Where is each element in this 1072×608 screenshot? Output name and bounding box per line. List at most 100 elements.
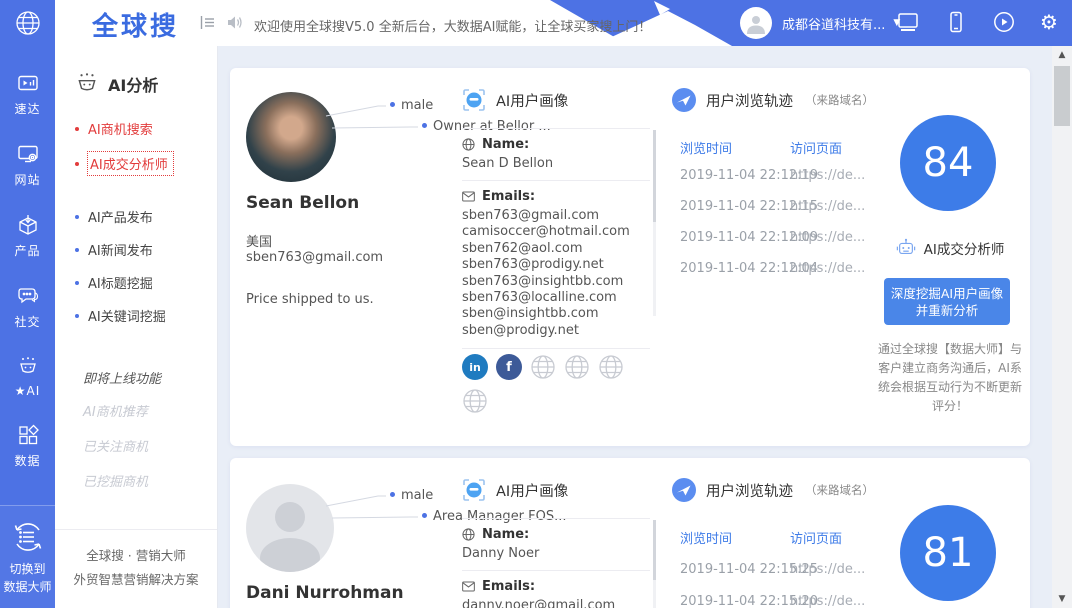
desktop-icon[interactable] (896, 10, 920, 34)
sidebar-collapse-icon[interactable] (200, 15, 215, 30)
submenu-title: AI分析 (55, 46, 217, 100)
panel-scrollbar[interactable] (653, 520, 656, 608)
deep-mine-button[interactable]: 深度挖掘AI用户画像并重新分析 (884, 278, 1010, 325)
panel-scrollbar[interactable] (653, 130, 656, 316)
menu-item-followed-disabled: 已关注商机 (83, 428, 217, 463)
lead-note: Price shipped to us. (246, 292, 374, 307)
score-badge: 81 (900, 505, 996, 601)
mobile-icon[interactable] (944, 10, 968, 34)
score-tip-text: 通过全球搜【数据大师】与客户建立商务沟通后，AI系统会根据互动行为不断更新评分！ (874, 340, 1026, 416)
play-video-icon[interactable] (992, 10, 1016, 34)
email-icon (462, 581, 475, 592)
ai-portrait-panel: Name: Sean D Bellon Emails: sben763@gmai… (462, 128, 650, 349)
scroll-down-arrow[interactable]: ▼ (1052, 594, 1072, 604)
ai-robot-outline-icon (75, 72, 99, 96)
ai-analysis-sidebar: AI分析 AI商机搜索 AI成交分析师 AI产品发布 AI新闻发布 AI标题挖掘… (55, 46, 218, 608)
lead-name: Sean Bellon (246, 193, 359, 213)
sidebar-footer: 全球搜 · 营销大师 外贸智慧营销解决方案 (55, 529, 217, 608)
facebook-icon[interactable]: f (496, 354, 522, 380)
sidebar-item-suda[interactable]: 速达 (0, 72, 55, 117)
app-logo[interactable]: 全球搜 (92, 6, 179, 43)
announcement-text: 欢迎使用全球搜V5.0 全新后台，大数据AI赋能，让全球买家搜上门！ (254, 16, 651, 35)
history-page[interactable]: https://de... (790, 199, 865, 214)
scroll-up-arrow[interactable]: ▲ (1052, 50, 1072, 60)
lead-country: 美国 (246, 231, 272, 250)
history-subtitle: （来路域名） (805, 482, 874, 498)
ai-portrait-section: AI用户画像 (462, 478, 568, 502)
robot-icon (896, 238, 916, 258)
product-box-icon (17, 214, 39, 236)
portrait-name: Danny Noer (462, 546, 650, 561)
email-list: sben763@gmail.com camisoccer@hotmail.com… (462, 208, 650, 339)
switch-icon (11, 520, 45, 554)
gender-tag: male (390, 98, 433, 113)
sidebar-item-social[interactable]: 社交 (0, 285, 55, 330)
menu-item-ai-recommend-disabled: AI商机推荐 (83, 393, 217, 428)
icon-sidebar: 速达 网站 产品 社交 ★AI 数据 切换到 数据大师 (0, 0, 55, 608)
route-plane-icon (672, 88, 696, 112)
ai-robot-icon (17, 356, 39, 378)
topbar: 全球搜 欢迎使用全球搜V5.0 全新后台，大数据AI赋能，让全球买家搜上门！ 成… (0, 0, 1072, 46)
column-visited-page: 访问页面 (790, 138, 842, 157)
email-icon (462, 191, 475, 202)
avatar (740, 7, 772, 39)
gender-tag: male (390, 488, 433, 503)
sidebar-item-data[interactable]: 数据 (0, 424, 55, 469)
brand-line: 全球搜 · 营销大师 (55, 544, 217, 568)
lead-card: male Owner at Bellor ... Sean Bellon 美国 … (230, 68, 1030, 446)
announcement-speaker-icon (227, 15, 244, 30)
switch-to-data-master[interactable]: 切换到 数据大师 (0, 505, 55, 608)
menu-item-ai-product-publish[interactable]: AI产品发布 (75, 200, 217, 233)
history-page[interactable]: https://de... (790, 594, 865, 608)
menu-item-ai-business-search[interactable]: AI商机搜索 (75, 112, 217, 145)
ai-portrait-section: AI用户画像 (462, 88, 568, 112)
ai-portrait-panel: Name: Danny Noer Emails: danny.noer@gmai… (462, 518, 650, 608)
history-page[interactable]: https://de... (790, 168, 865, 183)
account-menu[interactable]: 成都谷道科技有... ▼ (740, 7, 900, 39)
column-browse-time: 浏览时间 (680, 138, 732, 157)
icon-sidebar-nav: 速达 网站 产品 社交 ★AI 数据 (0, 72, 55, 469)
globe-link-icon[interactable] (462, 388, 488, 414)
lead-card: male Area Manager FOS... Dani Nurrohman … (230, 458, 1030, 608)
sidebar-item-website[interactable]: 网站 (0, 143, 55, 188)
globe-small-icon (462, 528, 475, 541)
menu-item-ai-keyword-mining[interactable]: AI关键词挖掘 (75, 299, 217, 332)
website-icon (17, 143, 39, 165)
sidebar-item-product[interactable]: 产品 (0, 214, 55, 259)
analyst-label: AI成交分析师 (870, 238, 1030, 258)
history-page[interactable]: https://de... (790, 261, 865, 276)
linkedin-icon[interactable]: in (462, 354, 488, 380)
column-visited-page: 访问页面 (790, 528, 842, 547)
main-scrollbar[interactable]: ▲ ▼ (1052, 46, 1072, 608)
lead-name: Dani Nurrohman (246, 583, 404, 603)
gear-icon[interactable]: ⚙ (1040, 10, 1058, 34)
portrait-name: Sean D Bellon (462, 156, 650, 171)
scrollbar-thumb[interactable] (1054, 66, 1070, 126)
coming-soon-heading: 即将上线功能 (83, 368, 217, 387)
company-name: 成都谷道科技有... (782, 14, 885, 33)
globe-small-icon (462, 138, 475, 151)
menu-item-ai-title-mining[interactable]: AI标题挖掘 (75, 266, 217, 299)
globe-link-icon[interactable] (564, 354, 590, 380)
column-browse-time: 浏览时间 (680, 528, 732, 547)
globe-logo-icon[interactable] (0, 0, 55, 46)
globe-link-icon[interactable] (530, 354, 556, 380)
history-page[interactable]: https://de... (790, 562, 865, 577)
topbar-quick-icons: ⚙ (896, 10, 1058, 34)
history-page[interactable]: https://de... (790, 230, 865, 245)
browse-history-section: 用户浏览轨迹 （来路域名） (672, 478, 874, 502)
email-list: danny.noer@gmail.com (462, 598, 650, 608)
globe-link-icon[interactable] (598, 354, 624, 380)
slogan-line: 外贸智慧营销解决方案 (55, 568, 217, 592)
menu-item-ai-news-publish[interactable]: AI新闻发布 (75, 233, 217, 266)
history-subtitle: （来路域名） (805, 92, 874, 108)
data-blocks-icon (17, 424, 39, 446)
lead-email: sben763@gmail.com (246, 250, 383, 265)
menu-item-ai-deal-analyst[interactable]: AI成交分析师 (75, 145, 217, 182)
browse-history-section: 用户浏览轨迹 （来路域名） (672, 88, 874, 112)
menu-item-mined-disabled: 已挖掘商机 (83, 463, 217, 498)
sidebar-item-ai[interactable]: ★AI (0, 356, 55, 398)
social-links: in f (462, 354, 650, 414)
score-badge: 84 (900, 115, 996, 211)
social-chat-icon (17, 285, 39, 307)
